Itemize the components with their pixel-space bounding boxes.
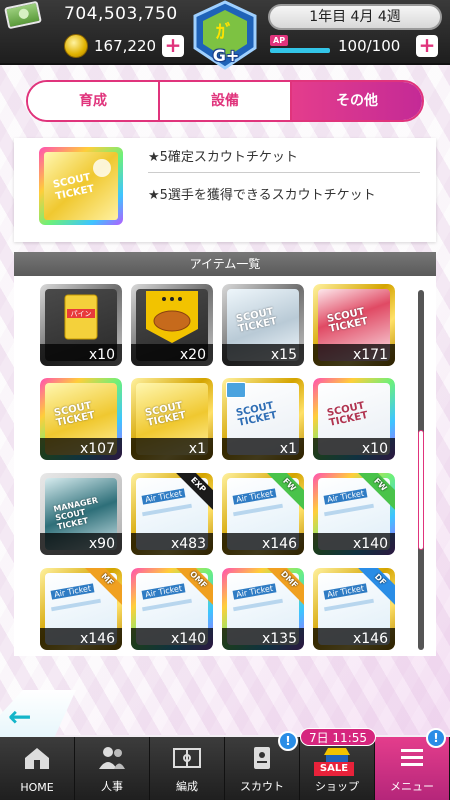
item-scout-ticket-red[interactable]: SCOUT TICKET x171 xyxy=(313,284,395,366)
tab-training[interactable]: 育成 xyxy=(28,82,160,120)
item-scout-ticket-white-rainbow[interactable]: SCOUT TICKET x10 xyxy=(313,378,395,460)
item-air-ticket-dmf[interactable]: Air Ticket DMF x135 xyxy=(222,568,304,650)
money-icon xyxy=(4,0,42,30)
item-description: ★5選手を獲得できるスカウトチケット xyxy=(148,188,376,203)
id-card-icon xyxy=(254,747,270,769)
photo-badge-icon xyxy=(226,382,246,398)
item-name: ★5確定スカウトチケット xyxy=(148,150,298,165)
item-count: x90 xyxy=(40,533,122,555)
item-count: x107 xyxy=(40,438,122,460)
add-ap-button[interactable]: + xyxy=(416,35,438,57)
item-scout-ticket-silver[interactable]: SCOUT TICKET x15 xyxy=(222,284,304,366)
ap-bar-fill xyxy=(270,48,330,53)
item-snack[interactable]: パイン x10 xyxy=(40,284,122,366)
ap-label: AP xyxy=(270,35,289,46)
item-count: x15 xyxy=(222,344,304,366)
ap-value: 100/100 xyxy=(338,37,401,55)
item-count: x483 xyxy=(131,533,213,555)
item-list-header: アイテム一覧 xyxy=(14,252,436,276)
tab-facilities[interactable]: 設備 xyxy=(160,82,292,120)
item-scout-ticket-white-gold[interactable]: SCOUT TICKET x1 xyxy=(222,378,304,460)
svg-text:パイン: パイン xyxy=(71,310,92,318)
item-count: x146 xyxy=(222,533,304,555)
item-air-ticket-exp[interactable]: Air Ticket EXP x483 xyxy=(131,473,213,555)
field-icon xyxy=(173,748,201,768)
item-air-ticket-df[interactable]: Air Ticket DF x146 xyxy=(313,568,395,650)
scrollbar-thumb[interactable] xyxy=(418,430,424,550)
people-icon xyxy=(99,747,125,769)
item-count: x146 xyxy=(40,628,122,650)
item-count: x20 xyxy=(131,344,213,366)
item-air-ticket-fw-gold[interactable]: Air Ticket FW x146 xyxy=(222,473,304,555)
bottom-navigation: HOME 人事 編成 スカウト ショップ メニュー xyxy=(0,737,450,800)
item-scout-ticket-gold-rainbow[interactable]: SCOUT TICKET x107 xyxy=(40,378,122,460)
game-date: 1年目 4月 4週 xyxy=(268,4,442,30)
rank-badge: G+ xyxy=(212,46,240,65)
item-manager-scout-ticket[interactable]: MANAGER SCOUT TICKET x90 xyxy=(40,473,122,555)
item-detail-panel: SCOUT TICKET ★5確定スカウトチケット ★5選手を獲得できるスカウト… xyxy=(14,138,436,242)
item-croissant[interactable]: x20 xyxy=(131,284,213,366)
sale-badge: SALE xyxy=(314,762,354,776)
item-count: x146 xyxy=(313,628,395,650)
ap-bar xyxy=(270,48,330,53)
add-coins-button[interactable]: + xyxy=(162,35,184,57)
back-arrow-icon: ← xyxy=(8,700,32,733)
home-icon xyxy=(25,748,49,769)
item-air-ticket-fw-rainbow[interactable]: Air Ticket FW x140 xyxy=(313,473,395,555)
coin-icon xyxy=(64,34,88,58)
item-count: x10 xyxy=(313,438,395,460)
item-scout-ticket-gold[interactable]: SCOUT TICKET x1 xyxy=(131,378,213,460)
divider xyxy=(148,172,420,173)
item-air-ticket-omf[interactable]: Air Ticket OMF x140 xyxy=(131,568,213,650)
item-count: x135 xyxy=(222,628,304,650)
menu-notification-icon: ! xyxy=(426,728,446,748)
scout-notification-icon: ! xyxy=(278,731,298,751)
nav-formation[interactable]: 編成 xyxy=(150,737,225,800)
item-count: x140 xyxy=(131,628,213,650)
item-count: x10 xyxy=(40,344,122,366)
item-count: x1 xyxy=(131,438,213,460)
menu-icon xyxy=(401,749,423,766)
item-count: x171 xyxy=(313,344,395,366)
item-list-scrollbar[interactable] xyxy=(418,290,424,650)
item-air-ticket-mf[interactable]: Air Ticket MF x146 xyxy=(40,568,122,650)
item-count: x140 xyxy=(313,533,395,555)
svg-text:ｶﾞ: ｶﾞ xyxy=(216,21,234,43)
coin-value: 167,220 xyxy=(94,37,157,55)
item-count: x1 xyxy=(222,438,304,460)
tab-other[interactable]: その他 xyxy=(292,82,422,120)
scout-ticket-icon: SCOUT TICKET xyxy=(39,147,123,225)
money-value: 704,503,750 xyxy=(64,4,178,24)
sale-timer: 7日 11:55 xyxy=(300,728,376,746)
nav-home[interactable]: HOME xyxy=(0,737,75,800)
nav-personnel[interactable]: 人事 xyxy=(75,737,150,800)
category-tabs: 育成 設備 その他 xyxy=(26,80,424,122)
